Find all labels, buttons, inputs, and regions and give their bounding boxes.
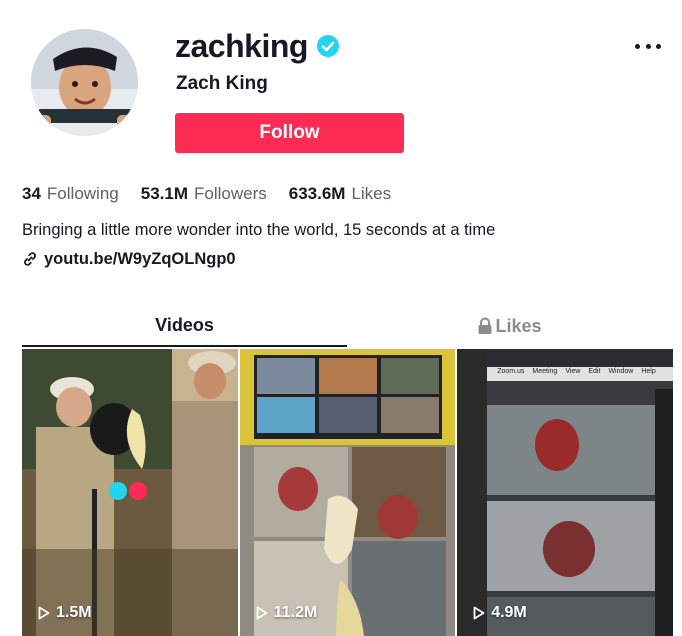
profile-stats: 34 Following 53.1M Followers 633.6M Likes — [22, 183, 413, 205]
video-views: 1.5M — [38, 604, 92, 622]
zoom-menu-bar: Zoom.us Meeting View Edit Window Help — [497, 368, 656, 375]
more-options-icon[interactable] — [632, 36, 664, 56]
menu-item: Help — [641, 368, 656, 375]
follow-button[interactable]: Follow — [175, 113, 404, 153]
menu-item: Meeting — [532, 368, 558, 375]
video-thumbnail-image — [457, 349, 673, 636]
views-count: 4.9M — [491, 604, 527, 621]
video-thumbnail[interactable]: 1.5M — [22, 349, 238, 636]
link-icon — [24, 252, 36, 266]
video-thumbnail-image — [22, 349, 238, 636]
stat-likes: 633.6M Likes — [289, 183, 391, 205]
menu-item: Window — [608, 368, 634, 375]
stat-label: Likes — [351, 184, 392, 203]
video-thumbnail-image — [239, 349, 456, 636]
play-icon — [473, 606, 485, 620]
play-icon — [38, 606, 50, 620]
profile-link[interactable]: youtu.be/W9yZqOLNgp0 — [22, 248, 236, 270]
username: zachking — [175, 28, 308, 64]
link-text: youtu.be/W9yZqOLNgp0 — [44, 250, 236, 268]
stat-label: Following — [46, 184, 119, 203]
stat-following[interactable]: 34 Following — [22, 183, 119, 205]
video-grid: 1.5M 11.2M Zoom.us Meeting View Edit Win… — [22, 349, 673, 636]
tab-likes[interactable]: Likes — [347, 305, 672, 347]
lock-icon — [478, 317, 492, 334]
video-thumbnail[interactable]: 11.2M — [239, 349, 456, 636]
nickname: Zach King — [176, 73, 268, 94]
video-views: 11.2M — [256, 604, 318, 622]
tab-videos[interactable]: Videos — [22, 305, 347, 347]
views-count: 11.2M — [273, 604, 318, 621]
views-count: 1.5M — [56, 604, 92, 621]
stat-value: 34 — [22, 184, 41, 203]
profile-avatar[interactable] — [31, 29, 138, 136]
username-row: zachking — [175, 26, 340, 66]
profile-bio: Bringing a little more wonder into the w… — [22, 221, 496, 239]
tab-label: Videos — [155, 314, 214, 335]
video-thumbnail[interactable]: Zoom.us Meeting View Edit Window Help 4.… — [457, 349, 673, 636]
profile-tabs: Videos Likes — [22, 305, 673, 347]
stat-value: 633.6M — [288, 184, 346, 203]
stat-followers[interactable]: 53.1M Followers — [141, 183, 267, 205]
menu-item: View — [565, 368, 581, 375]
menu-item: Zoom.us — [497, 368, 525, 375]
stat-value: 53.1M — [140, 184, 188, 203]
play-icon — [256, 606, 267, 620]
tab-label: Likes — [495, 315, 542, 336]
menu-item: Edit — [588, 368, 601, 375]
video-views: 4.9M — [473, 604, 527, 622]
verified-badge-icon — [316, 35, 339, 57]
stat-label: Followers — [193, 184, 267, 203]
avatar-image — [31, 29, 138, 136]
